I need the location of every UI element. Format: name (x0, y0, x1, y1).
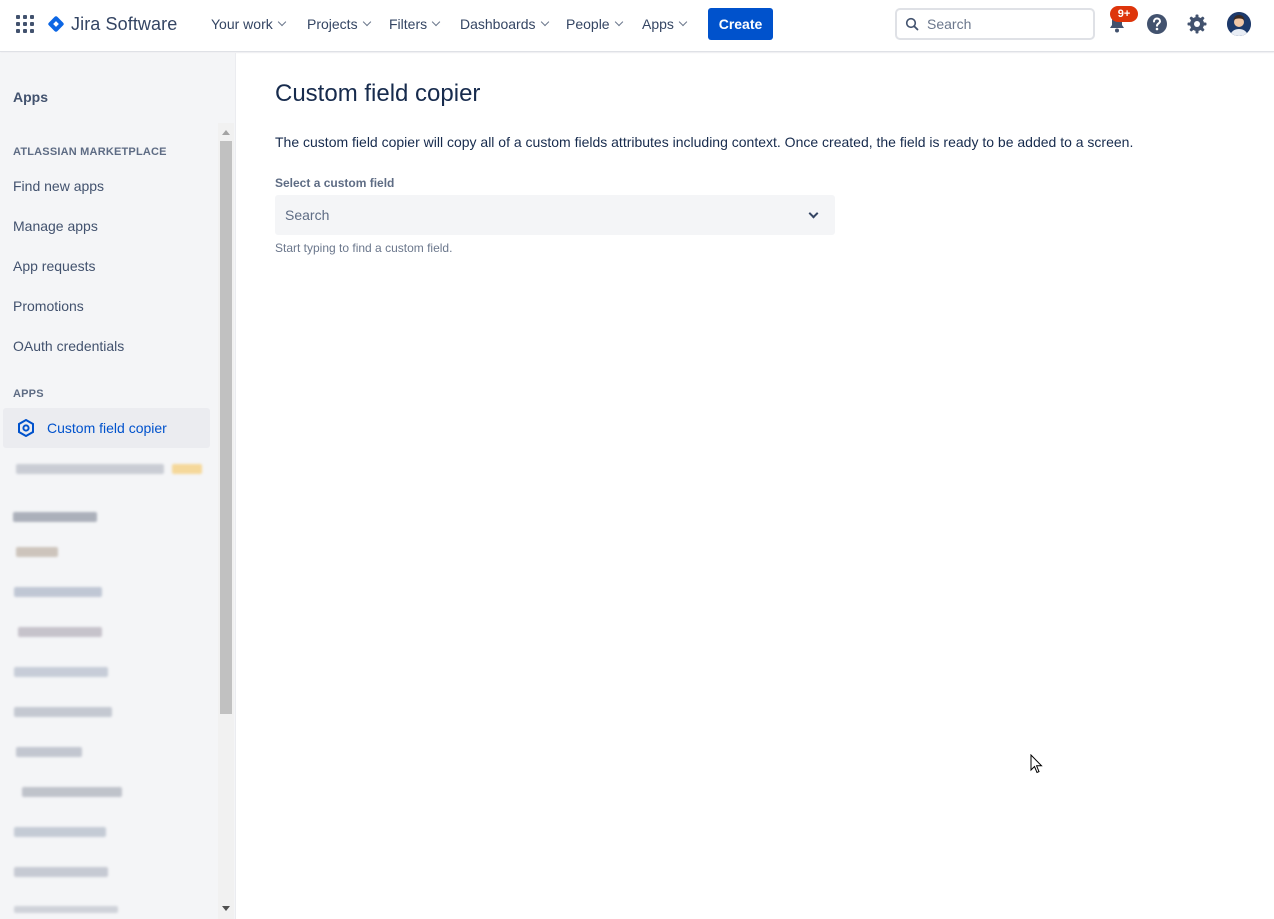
help-icon (1147, 14, 1167, 34)
sidebar-scrollbar-thumb[interactable] (220, 141, 232, 714)
helper-text: Start typing to find a custom field. (275, 241, 453, 255)
sidebar-item-promotions[interactable]: Promotions (13, 298, 84, 314)
app-switcher-icon[interactable] (16, 15, 34, 33)
sidebar-item-custom-field-copier[interactable]: Custom field copier (3, 408, 210, 448)
nav-label: People (566, 16, 610, 32)
hexagon-app-icon (18, 419, 34, 437)
gear-icon (1187, 14, 1207, 34)
sidebar-item-oauth-credentials[interactable]: OAuth credentials (13, 338, 124, 354)
sidebar-item-manage-apps[interactable]: Manage apps (13, 218, 98, 234)
settings-button[interactable] (1185, 12, 1209, 36)
sidebar-item-find-new-apps[interactable]: Find new apps (13, 178, 104, 194)
redacted-sidebar-item[interactable] (14, 667, 108, 677)
redacted-sidebar-item[interactable] (16, 547, 58, 557)
sidebar-item-label: Custom field copier (47, 420, 167, 436)
redacted-sidebar-item[interactable] (18, 627, 102, 637)
nav-label: Projects (307, 16, 358, 32)
redacted-sidebar-item[interactable] (22, 787, 122, 797)
sidebar-header: Apps (13, 89, 48, 105)
sidebar: Apps ATLASSIAN MARKETPLACE Find new apps… (0, 53, 236, 919)
create-button[interactable]: Create (708, 8, 773, 40)
mouse-cursor-icon (1030, 754, 1043, 774)
avatar[interactable] (1227, 12, 1251, 36)
redacted-sidebar-item[interactable] (14, 827, 106, 837)
chevron-down-icon (362, 17, 371, 27)
search-input[interactable] (927, 16, 1077, 32)
jira-logo[interactable]: Jira Software (46, 13, 177, 35)
search-icon (905, 17, 919, 31)
nav-dashboards[interactable]: Dashboards (460, 14, 549, 34)
scroll-down-arrow-icon[interactable] (222, 906, 230, 911)
section-atlassian-marketplace: ATLASSIAN MARKETPLACE (13, 146, 167, 158)
redacted-badge (172, 464, 202, 474)
chevron-down-icon (614, 17, 623, 27)
chevron-down-icon (277, 17, 286, 27)
chevron-down-icon (678, 17, 688, 27)
help-button[interactable] (1145, 12, 1169, 36)
nav-apps[interactable]: Apps (642, 14, 688, 34)
nav-your-work[interactable]: Your work (211, 14, 286, 34)
nav-projects[interactable]: Projects (307, 14, 371, 34)
jira-diamond-icon (47, 15, 65, 33)
chevron-down-icon (808, 208, 819, 218)
chevron-down-icon (540, 17, 549, 27)
redacted-sidebar-item[interactable] (13, 512, 97, 522)
page-title: Custom field copier (275, 80, 481, 107)
product-name: Jira Software (71, 13, 178, 34)
select-placeholder: Search (285, 207, 330, 223)
custom-field-label: Select a custom field (275, 176, 395, 190)
custom-field-select[interactable]: Search (275, 195, 835, 235)
user-avatar-icon (1227, 12, 1251, 36)
chevron-down-icon (431, 17, 441, 27)
nav-label: Apps (642, 16, 674, 32)
page-description: The custom field copier will copy all of… (275, 134, 1134, 150)
redacted-sidebar-item[interactable] (16, 464, 164, 474)
global-search[interactable] (895, 8, 1095, 40)
nav-label: Filters (389, 16, 428, 32)
top-navigation: Jira Software Your work Projects Filters… (0, 0, 1274, 52)
redacted-sidebar-item[interactable] (14, 867, 108, 877)
notification-badge: 9+ (1110, 6, 1138, 22)
redacted-sidebar-item[interactable] (14, 707, 112, 717)
nav-people[interactable]: People (566, 14, 623, 34)
section-apps: APPS (13, 388, 44, 400)
scroll-up-arrow-icon[interactable] (222, 130, 230, 135)
redacted-sidebar-item[interactable] (16, 747, 82, 757)
redacted-sidebar-item[interactable] (14, 906, 118, 913)
redacted-sidebar-item[interactable] (14, 587, 102, 597)
nav-label: Your work (211, 16, 273, 32)
nav-label: Dashboards (460, 16, 536, 32)
sidebar-item-app-requests[interactable]: App requests (13, 258, 96, 274)
nav-filters[interactable]: Filters (389, 14, 441, 34)
